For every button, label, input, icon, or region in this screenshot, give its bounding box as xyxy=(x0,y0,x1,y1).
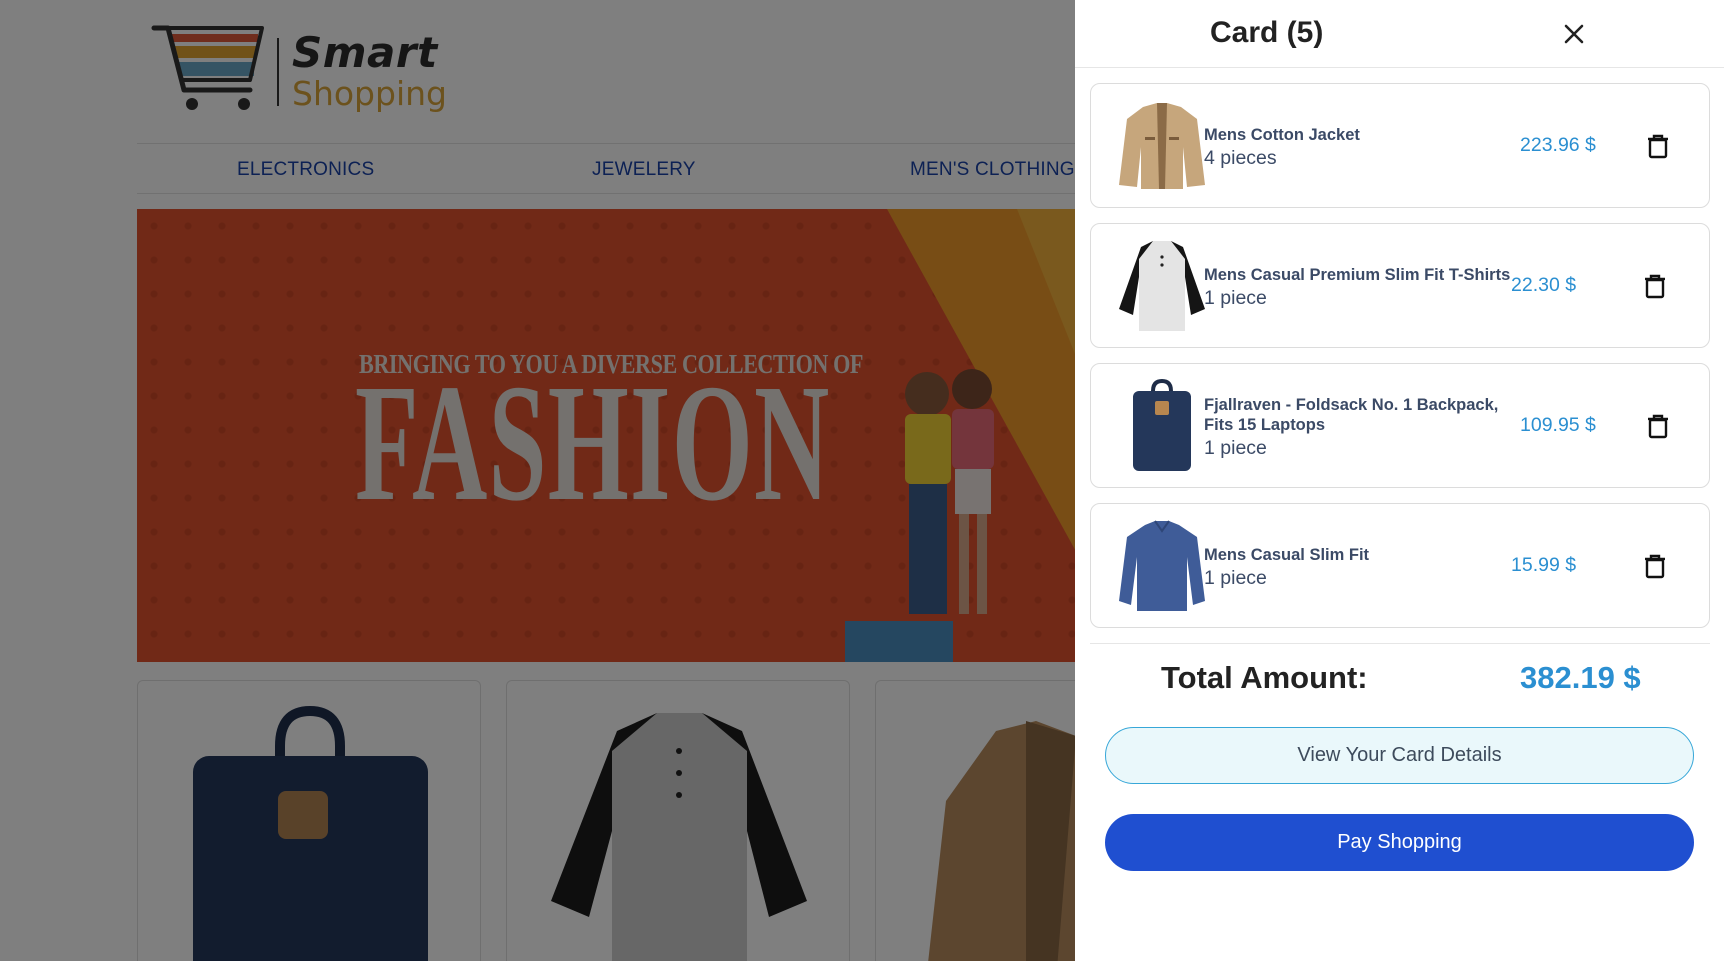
cart-drawer: Card (5) Mens Cotton Jacket 4 pieces 223… xyxy=(1075,0,1724,961)
cart-item-name: Mens Cotton Jacket xyxy=(1204,126,1360,144)
trash-icon[interactable] xyxy=(1642,273,1668,299)
cart-item-price: 223.96 $ xyxy=(1520,134,1596,156)
cart-item: Fjallraven - Foldsack No. 1 Backpack, Fi… xyxy=(1090,363,1710,488)
cart-item-name: Mens Casual Premium Slim Fit T-Shirts xyxy=(1204,266,1511,284)
cart-item-price: 22.30 $ xyxy=(1511,274,1577,296)
total-amount-value: 382.19 $ xyxy=(1520,660,1641,695)
cart-item: Mens Casual Slim Fit 1 piece 15.99 $ xyxy=(1090,503,1710,628)
cart-item-quantity: 4 pieces xyxy=(1204,147,1277,169)
pay-shopping-button[interactable]: Pay Shopping xyxy=(1105,814,1694,871)
cart-item-name: Fjallraven - Foldsack No. 1 Backpack, Fi… xyxy=(1204,396,1499,434)
cart-item: Mens Cotton Jacket 4 pieces 223.96 $ xyxy=(1090,83,1710,208)
long-sleeve-shirt-icon xyxy=(1119,520,1205,611)
view-card-details-button[interactable]: View Your Card Details xyxy=(1105,727,1694,784)
cart-item-quantity: 1 piece xyxy=(1204,567,1267,589)
cart-item-quantity: 1 piece xyxy=(1204,287,1267,309)
cart-item: Mens Casual Premium Slim Fit T-Shirts 1 … xyxy=(1090,223,1710,348)
jacket-icon xyxy=(1119,103,1205,189)
trash-icon[interactable] xyxy=(1645,413,1671,439)
raglan-shirt-icon xyxy=(1119,241,1205,331)
cart-item-price: 15.99 $ xyxy=(1511,554,1577,576)
close-icon[interactable] xyxy=(1559,19,1589,49)
cart-item-price: 109.95 $ xyxy=(1520,414,1596,436)
trash-icon[interactable] xyxy=(1642,553,1668,579)
backpack-icon xyxy=(1133,378,1191,471)
trash-icon[interactable] xyxy=(1645,133,1671,159)
cart-title: Card (5) xyxy=(1210,16,1324,49)
cart-item-name: Mens Casual Slim Fit xyxy=(1204,546,1370,564)
cart-item-quantity: 1 piece xyxy=(1204,437,1267,459)
total-amount-label: Total Amount: xyxy=(1161,660,1368,695)
